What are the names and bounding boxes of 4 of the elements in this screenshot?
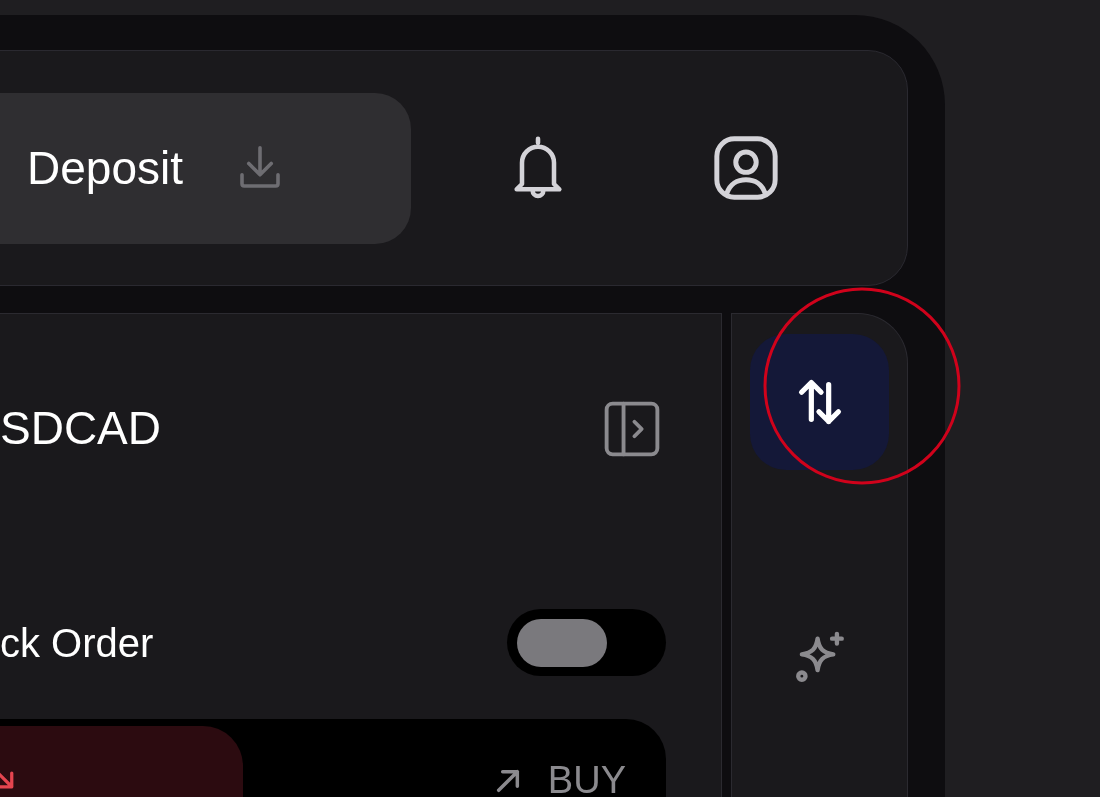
quick-order-label: ck Order [0,619,154,667]
symbol-title: SDCAD [0,401,162,456]
buy-button[interactable]: BUY [243,719,666,797]
deposit-button[interactable]: Deposit [0,92,411,244]
